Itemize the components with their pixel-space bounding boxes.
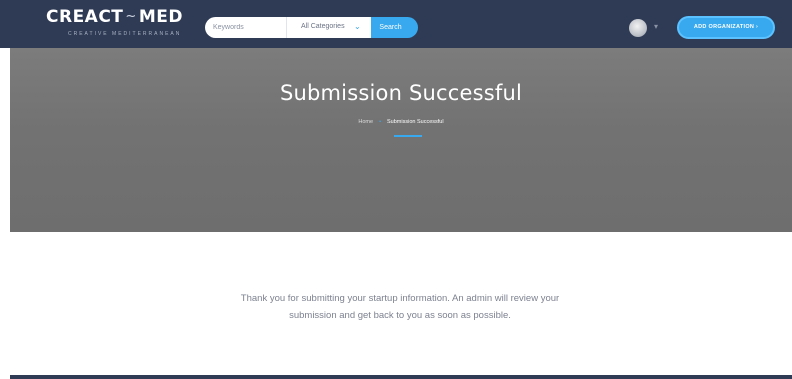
breadcrumb-home-link[interactable]: Home [358, 119, 373, 125]
breadcrumb-separator: • [379, 119, 382, 125]
logo-text-left: CREACT [46, 7, 124, 27]
breadcrumb-current: Submission Successful [387, 119, 444, 125]
chevron-down-icon: ⌄ [354, 22, 361, 31]
confirmation-message: Thank you for submitting your startup in… [150, 290, 650, 324]
category-select[interactable]: All Categories ⌄ [286, 17, 371, 38]
search-button[interactable]: Search [371, 17, 418, 38]
search-bar: All Categories ⌄ Search [205, 17, 418, 38]
confirmation-message-line-2: submission and get back to you as soon a… [289, 310, 511, 321]
add-organization-button[interactable]: ADD ORGANIZATION › [677, 16, 775, 39]
logo-text-right: MED [138, 7, 183, 27]
caret-down-icon[interactable]: ▾ [654, 22, 658, 31]
category-selected-label: All Categories [301, 23, 345, 30]
logo-wordmark: CREACT ~ MED [46, 7, 183, 27]
top-navbar: CREACT~MED CREATIVE MEDITERRANEAN All Ca… [0, 0, 792, 48]
keywords-input[interactable] [205, 17, 286, 38]
footer-top-border [10, 375, 792, 379]
page-title: Submission Successful [279, 81, 523, 105]
page-hero-banner: Submission Successful Home • Submission Su… [10, 48, 792, 232]
user-avatar[interactable] [629, 19, 647, 37]
confirmation-message-line-1: Thank you for submitting your startup in… [240, 293, 560, 304]
logo-tagline: CREATIVE MEDITERRANEAN [68, 31, 182, 37]
logo-text-mid: ~ [125, 9, 137, 24]
site-logo[interactable]: CREACT ~ MED CREATIVE MEDITERRANEAN [46, 7, 196, 41]
title-underline-divider [394, 135, 422, 137]
breadcrumb: Home • Submission Successful [10, 119, 792, 125]
